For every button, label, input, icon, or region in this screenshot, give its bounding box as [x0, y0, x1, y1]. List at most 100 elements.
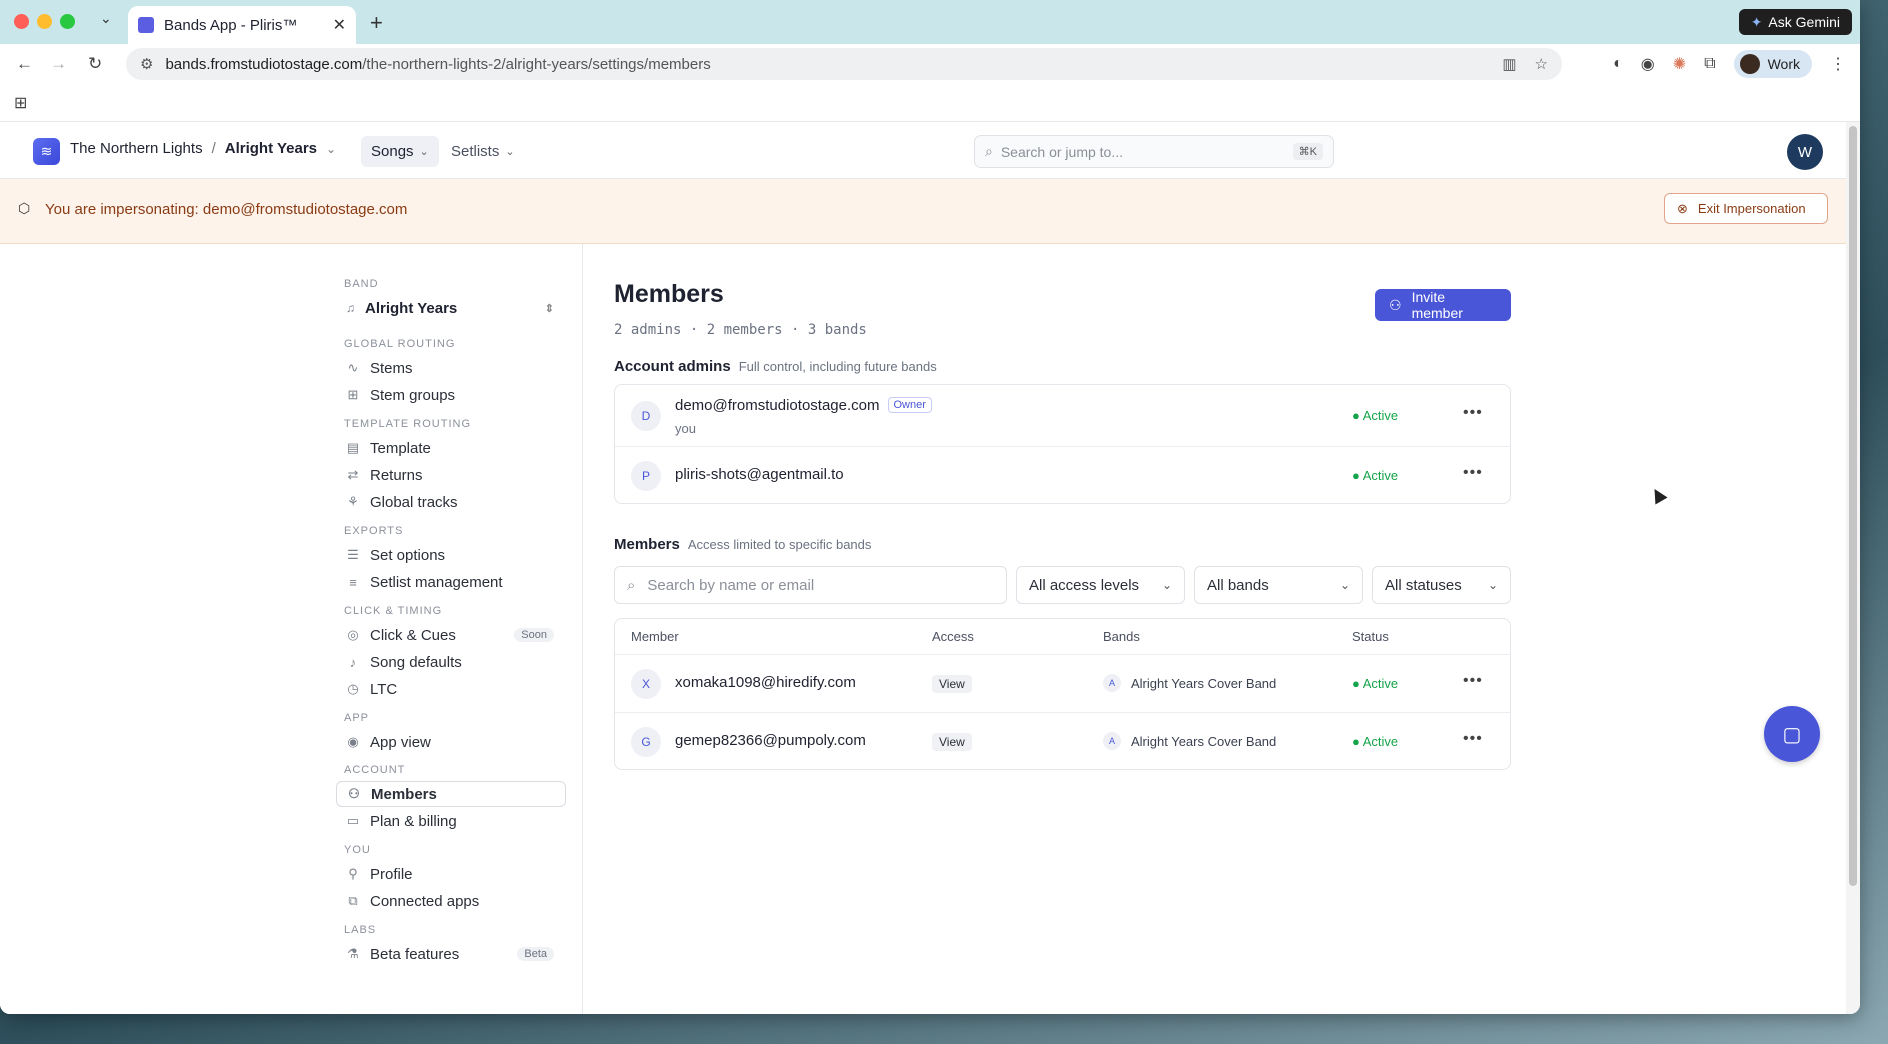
- chat-support-button[interactable]: ▢: [1764, 706, 1820, 762]
- sidebar-item-stem-groups[interactable]: ⊞ Stem groups: [336, 382, 566, 408]
- credit-card-icon: ▭: [346, 813, 360, 828]
- close-tab-icon[interactable]: ✕: [333, 15, 346, 35]
- app-logo-icon[interactable]: ≋: [33, 138, 60, 165]
- maximize-window-button[interactable]: [60, 14, 75, 29]
- sidebar-item-label: Members: [371, 785, 437, 803]
- sidebar-item-song-defaults[interactable]: ♪ Song defaults: [336, 649, 566, 675]
- global-search-placeholder: Search or jump to...: [1000, 143, 1124, 160]
- member-email: gemep82366@pumpoly.com: [675, 732, 866, 749]
- user-icon: ⚲: [348, 866, 358, 881]
- breadcrumb-separator: /: [211, 140, 216, 157]
- admin-email: pliris-shots@agentmail.to: [675, 466, 844, 483]
- page-title: Members: [614, 280, 724, 308]
- row-menu-icon[interactable]: •••: [1463, 672, 1483, 690]
- bookmark-star-icon[interactable]: ☆: [1535, 55, 1548, 73]
- status-filter-value: All statuses: [1385, 576, 1462, 594]
- reload-icon[interactable]: ↻: [88, 54, 102, 74]
- nav-songs[interactable]: Songs ⌄: [361, 136, 439, 167]
- tab-search-chevron-icon[interactable]: ⌄: [100, 10, 112, 27]
- sidebar-item-members[interactable]: ⚇ Members: [336, 781, 566, 807]
- extension-icon[interactable]: ◐: [1613, 55, 1623, 73]
- profile-button[interactable]: Work: [1733, 50, 1812, 78]
- browser-tab[interactable]: Bands App - Pliris™ ✕: [128, 6, 356, 44]
- sidebar-item-click-cues[interactable]: ◎ Click & Cues Soon: [336, 622, 566, 648]
- app-viewport: ≋ The Northern Lights / Alright Years ⌄ …: [0, 122, 1846, 1014]
- puzzle-icon[interactable]: ⧉: [1704, 55, 1715, 73]
- sidebar-item-label: Profile: [370, 865, 413, 883]
- sidebar-item-label: Stems: [370, 359, 413, 377]
- page-scrollbar[interactable]: [1846, 122, 1860, 1014]
- band-switcher-chevron-icon[interactable]: ⌄: [326, 142, 336, 156]
- scrollbar-thumb[interactable]: [1849, 126, 1857, 886]
- search-shortcut-badge: ⌘K: [1292, 143, 1323, 160]
- forward-arrow-icon[interactable]: →: [50, 54, 67, 74]
- address-bar-row: ← → ↻ ⚙ bands.fromstudiotostage.com/the-…: [0, 44, 1860, 84]
- sidebar-item-template[interactable]: ▤ Template: [336, 435, 566, 461]
- exit-impersonation-button[interactable]: ⊗ Exit Impersonation: [1664, 193, 1828, 224]
- favicon-icon: [138, 17, 154, 33]
- chevron-down-icon: ⌄: [419, 146, 429, 158]
- access-level-filter[interactable]: All access levels ⌄: [1016, 566, 1185, 604]
- global-search-input[interactable]: ⌕ Search or jump to... ⌘K: [974, 135, 1334, 168]
- site-info-icon[interactable]: ⚙: [140, 55, 153, 73]
- sidebar-item-label: Beta features: [370, 945, 460, 963]
- minimize-window-button[interactable]: [37, 14, 52, 29]
- sidebar-item-ltc[interactable]: ◷ LTC: [336, 676, 566, 702]
- table-header: Member Access Bands Status: [615, 619, 1510, 655]
- status-badge: ● Active: [1352, 734, 1399, 749]
- tab-bar: ⌄ Bands App - Pliris™ ✕ + ✦ Ask Gemini: [0, 0, 1860, 44]
- new-tab-icon[interactable]: +: [370, 10, 383, 36]
- admin-email: demo@fromstudiotostage.com Owner: [675, 397, 932, 414]
- section-global-routing: GLOBAL ROUTING: [344, 338, 456, 350]
- sidebar-item-plan-billing[interactable]: ▭ Plan & billing: [336, 808, 566, 834]
- row-menu-icon[interactable]: •••: [1463, 730, 1483, 748]
- beta-badge: Beta: [517, 947, 554, 961]
- nav-songs-label: Songs: [371, 143, 414, 160]
- claude-icon[interactable]: ✺: [1673, 54, 1686, 74]
- band-avatar: A: [1103, 674, 1121, 692]
- ask-gemini-button[interactable]: ✦ Ask Gemini: [1738, 9, 1852, 35]
- impersonation-text: You are impersonating: demo@fromstudioto…: [45, 201, 408, 218]
- back-arrow-icon[interactable]: ←: [16, 54, 33, 74]
- invite-member-label: Invite member: [1411, 289, 1463, 321]
- url-bar[interactable]: ⚙ bands.fromstudiotostage.com/the-northe…: [126, 48, 1562, 80]
- bands-filter[interactable]: All bands ⌄: [1194, 566, 1363, 604]
- sidebar-item-set-options[interactable]: ☰ Set options: [336, 542, 566, 568]
- sidebar-item-app-view[interactable]: ◉ App view: [336, 729, 566, 755]
- row-menu-icon[interactable]: •••: [1463, 464, 1483, 482]
- status-filter[interactable]: All statuses ⌄: [1372, 566, 1511, 604]
- section-you: YOU: [344, 844, 371, 856]
- breadcrumb-band[interactable]: Alright Years: [225, 140, 317, 157]
- layout-icon: ▤: [346, 440, 360, 455]
- nav-setlists[interactable]: Setlists ⌄: [441, 136, 525, 167]
- invite-member-button[interactable]: ⚇ Invite member: [1375, 289, 1511, 321]
- reader-mode-icon[interactable]: ▥: [1502, 55, 1516, 73]
- members-table: Member Access Bands Status X xomaka1098@…: [614, 618, 1511, 770]
- sidebar-item-global-tracks[interactable]: ⚘ Global tracks: [336, 489, 566, 515]
- sidebar-item-connected-apps[interactable]: ⧉ Connected apps: [336, 888, 566, 914]
- breadcrumb-org[interactable]: The Northern Lights: [70, 140, 203, 157]
- admins-card: D demo@fromstudiotostage.com Owner you ● …: [614, 384, 1511, 504]
- sidebar-item-returns[interactable]: ⇄ Returns: [336, 462, 566, 488]
- row-menu-icon[interactable]: •••: [1463, 404, 1483, 422]
- soon-badge: Soon: [514, 628, 554, 642]
- status-text: Active: [1362, 468, 1399, 483]
- breadcrumb: The Northern Lights / Alright Years ⌄: [70, 140, 336, 157]
- user-avatar[interactable]: W: [1787, 134, 1823, 170]
- member-search-input[interactable]: ⌕ Search by name or email: [614, 566, 1007, 604]
- grid-icon: ⊞: [347, 387, 359, 402]
- sidebar-item-beta-features[interactable]: ⚗ Beta features Beta: [336, 941, 566, 967]
- chat-bubble-icon: ▢: [1782, 723, 1802, 746]
- close-window-button[interactable]: [14, 14, 29, 29]
- apps-grid-icon[interactable]: ⊞: [14, 93, 27, 113]
- section-template-routing: TEMPLATE ROUTING: [344, 418, 472, 430]
- camera-icon[interactable]: ◉: [1641, 54, 1655, 74]
- kebab-menu-icon[interactable]: ⋮: [1830, 54, 1846, 74]
- table-row[interactable]: X xomaka1098@hiredify.com View A Alright …: [615, 655, 1510, 713]
- sidebar-item-stems[interactable]: ∿ Stems: [336, 355, 566, 381]
- admins-heading-desc: Full control, including future bands: [738, 359, 937, 374]
- table-row[interactable]: G gemep82366@pumpoly.com View A Alright Y…: [615, 713, 1510, 771]
- sidebar-item-profile[interactable]: ⚲ Profile: [336, 861, 566, 887]
- sidebar-item-setlist-management[interactable]: ≡ Setlist management: [336, 569, 566, 595]
- band-selector[interactable]: ♫ Alright Years ⇕: [336, 294, 566, 322]
